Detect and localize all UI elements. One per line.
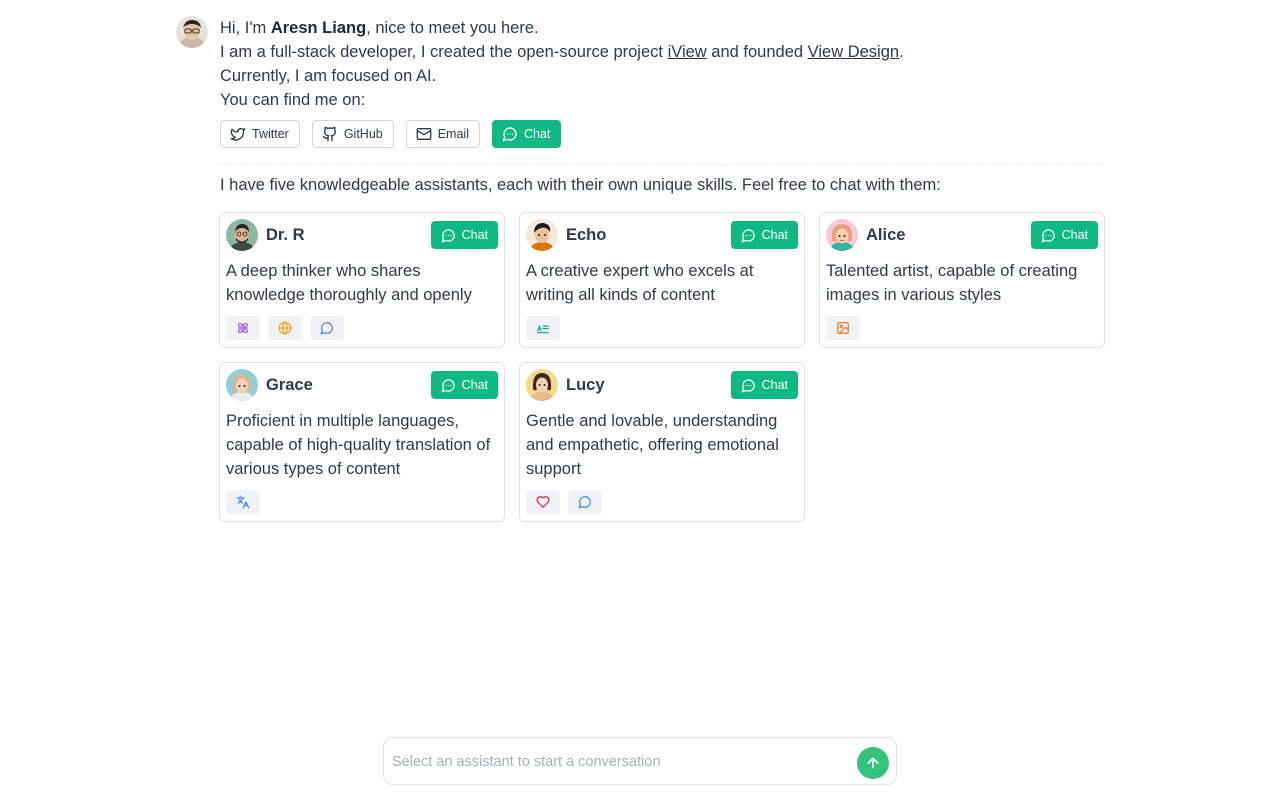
author-avatar: [176, 16, 208, 48]
assistant-description: Talented artist, capable of creating ima…: [826, 262, 1078, 304]
section-divider: [220, 164, 1104, 165]
intro-line-2: I am a full-stack developer, I created t…: [220, 43, 904, 61]
chat-icon: [741, 228, 756, 243]
github-button[interactable]: GitHub: [311, 120, 394, 148]
chat-icon: [1041, 228, 1056, 243]
heart-icon: [526, 490, 560, 514]
assistant-card-alice: Alice Chat Talented artist, capable of c…: [819, 212, 1105, 348]
chat-icon: [441, 228, 456, 243]
assistant-card-dr-r: Dr. R Chat A deep thinker who shares kno…: [219, 212, 505, 348]
message-input[interactable]: [392, 750, 832, 774]
assistant-avatar: [526, 369, 558, 401]
assistant-name: Grace: [266, 376, 313, 394]
github-icon: [322, 126, 338, 142]
chat-icon: [441, 378, 456, 393]
chat-label: Chat: [1061, 228, 1088, 242]
chat-label: Chat: [761, 378, 788, 392]
skill-tags: [226, 490, 260, 514]
chat-with-dr-r-button[interactable]: Chat: [430, 221, 498, 249]
chat-label: Chat: [523, 127, 551, 141]
intro-greeting: Hi, I'm Aresn Liang, nice to meet you he…: [220, 19, 539, 37]
twitter-label: Twitter: [252, 127, 289, 141]
assistant-avatar: [526, 219, 558, 251]
assistant-avatar: [826, 219, 858, 251]
message-icon: [310, 316, 344, 340]
translate-icon: [226, 490, 260, 514]
chat-label: Chat: [761, 228, 788, 242]
skill-tags: [226, 316, 344, 340]
view-design-link[interactable]: View Design: [808, 43, 899, 61]
message-composer: [383, 737, 897, 785]
intro-line-4: You can find me on:: [220, 91, 366, 109]
chat-with-grace-button[interactable]: Chat: [430, 371, 498, 399]
email-label: Email: [437, 127, 469, 141]
assistant-avatar: [226, 219, 258, 251]
chat-with-alice-button[interactable]: Chat: [1030, 221, 1098, 249]
assistant-avatar: [226, 369, 258, 401]
send-button[interactable]: [857, 747, 889, 779]
author-name: Aresn Liang: [270, 19, 367, 37]
twitter-button[interactable]: Twitter: [220, 120, 300, 148]
chat-button[interactable]: Chat: [491, 120, 562, 148]
iview-link[interactable]: iView: [668, 43, 707, 61]
twitter-icon: [230, 126, 246, 142]
chat-with-echo-button[interactable]: Chat: [730, 221, 798, 249]
arrow-up-icon: [865, 755, 881, 771]
assistant-card-lucy: Lucy Chat Gentle and lovable, understand…: [519, 362, 805, 522]
mail-icon: [416, 126, 432, 142]
assistant-card-echo: Echo Chat A creative expert who excels a…: [519, 212, 805, 348]
assistants-intro: I have five knowledgeable assistants, ea…: [220, 176, 941, 194]
assistant-description: Proficient in multiple languages, capabl…: [226, 412, 491, 478]
chat-icon: [502, 126, 518, 142]
assistant-name: Lucy: [566, 376, 605, 394]
assistant-description: Gentle and lovable, understanding and em…: [526, 412, 779, 478]
intro-text: Hi, I'm Aresn Liang, nice to meet you he…: [220, 16, 1104, 112]
message-icon: [568, 490, 602, 514]
skill-tags: [526, 490, 602, 514]
email-button[interactable]: Email: [405, 120, 480, 148]
social-links: Twitter GitHub Email Chat: [220, 120, 562, 148]
assistant-card-grace: Grace Chat Proficient in multiple langua…: [219, 362, 505, 522]
skill-tags: [526, 316, 560, 340]
chat-label: Chat: [461, 378, 488, 392]
chat-with-lucy-button[interactable]: Chat: [730, 371, 798, 399]
globe-icon: [268, 316, 302, 340]
text-icon: [526, 316, 560, 340]
assistant-name: Alice: [866, 226, 906, 244]
assistant-description: A deep thinker who shares knowledge thor…: [226, 262, 472, 304]
atom-icon: [226, 316, 260, 340]
image-icon: [826, 316, 860, 340]
intro-line-3: Currently, I am focused on AI.: [220, 67, 437, 85]
chat-label: Chat: [461, 228, 488, 242]
skill-tags: [826, 316, 860, 340]
assistant-description: A creative expert who excels at writing …: [526, 262, 754, 304]
github-label: GitHub: [343, 127, 383, 141]
assistant-name: Echo: [566, 226, 607, 244]
assistant-name: Dr. R: [266, 226, 305, 244]
chat-icon: [741, 378, 756, 393]
